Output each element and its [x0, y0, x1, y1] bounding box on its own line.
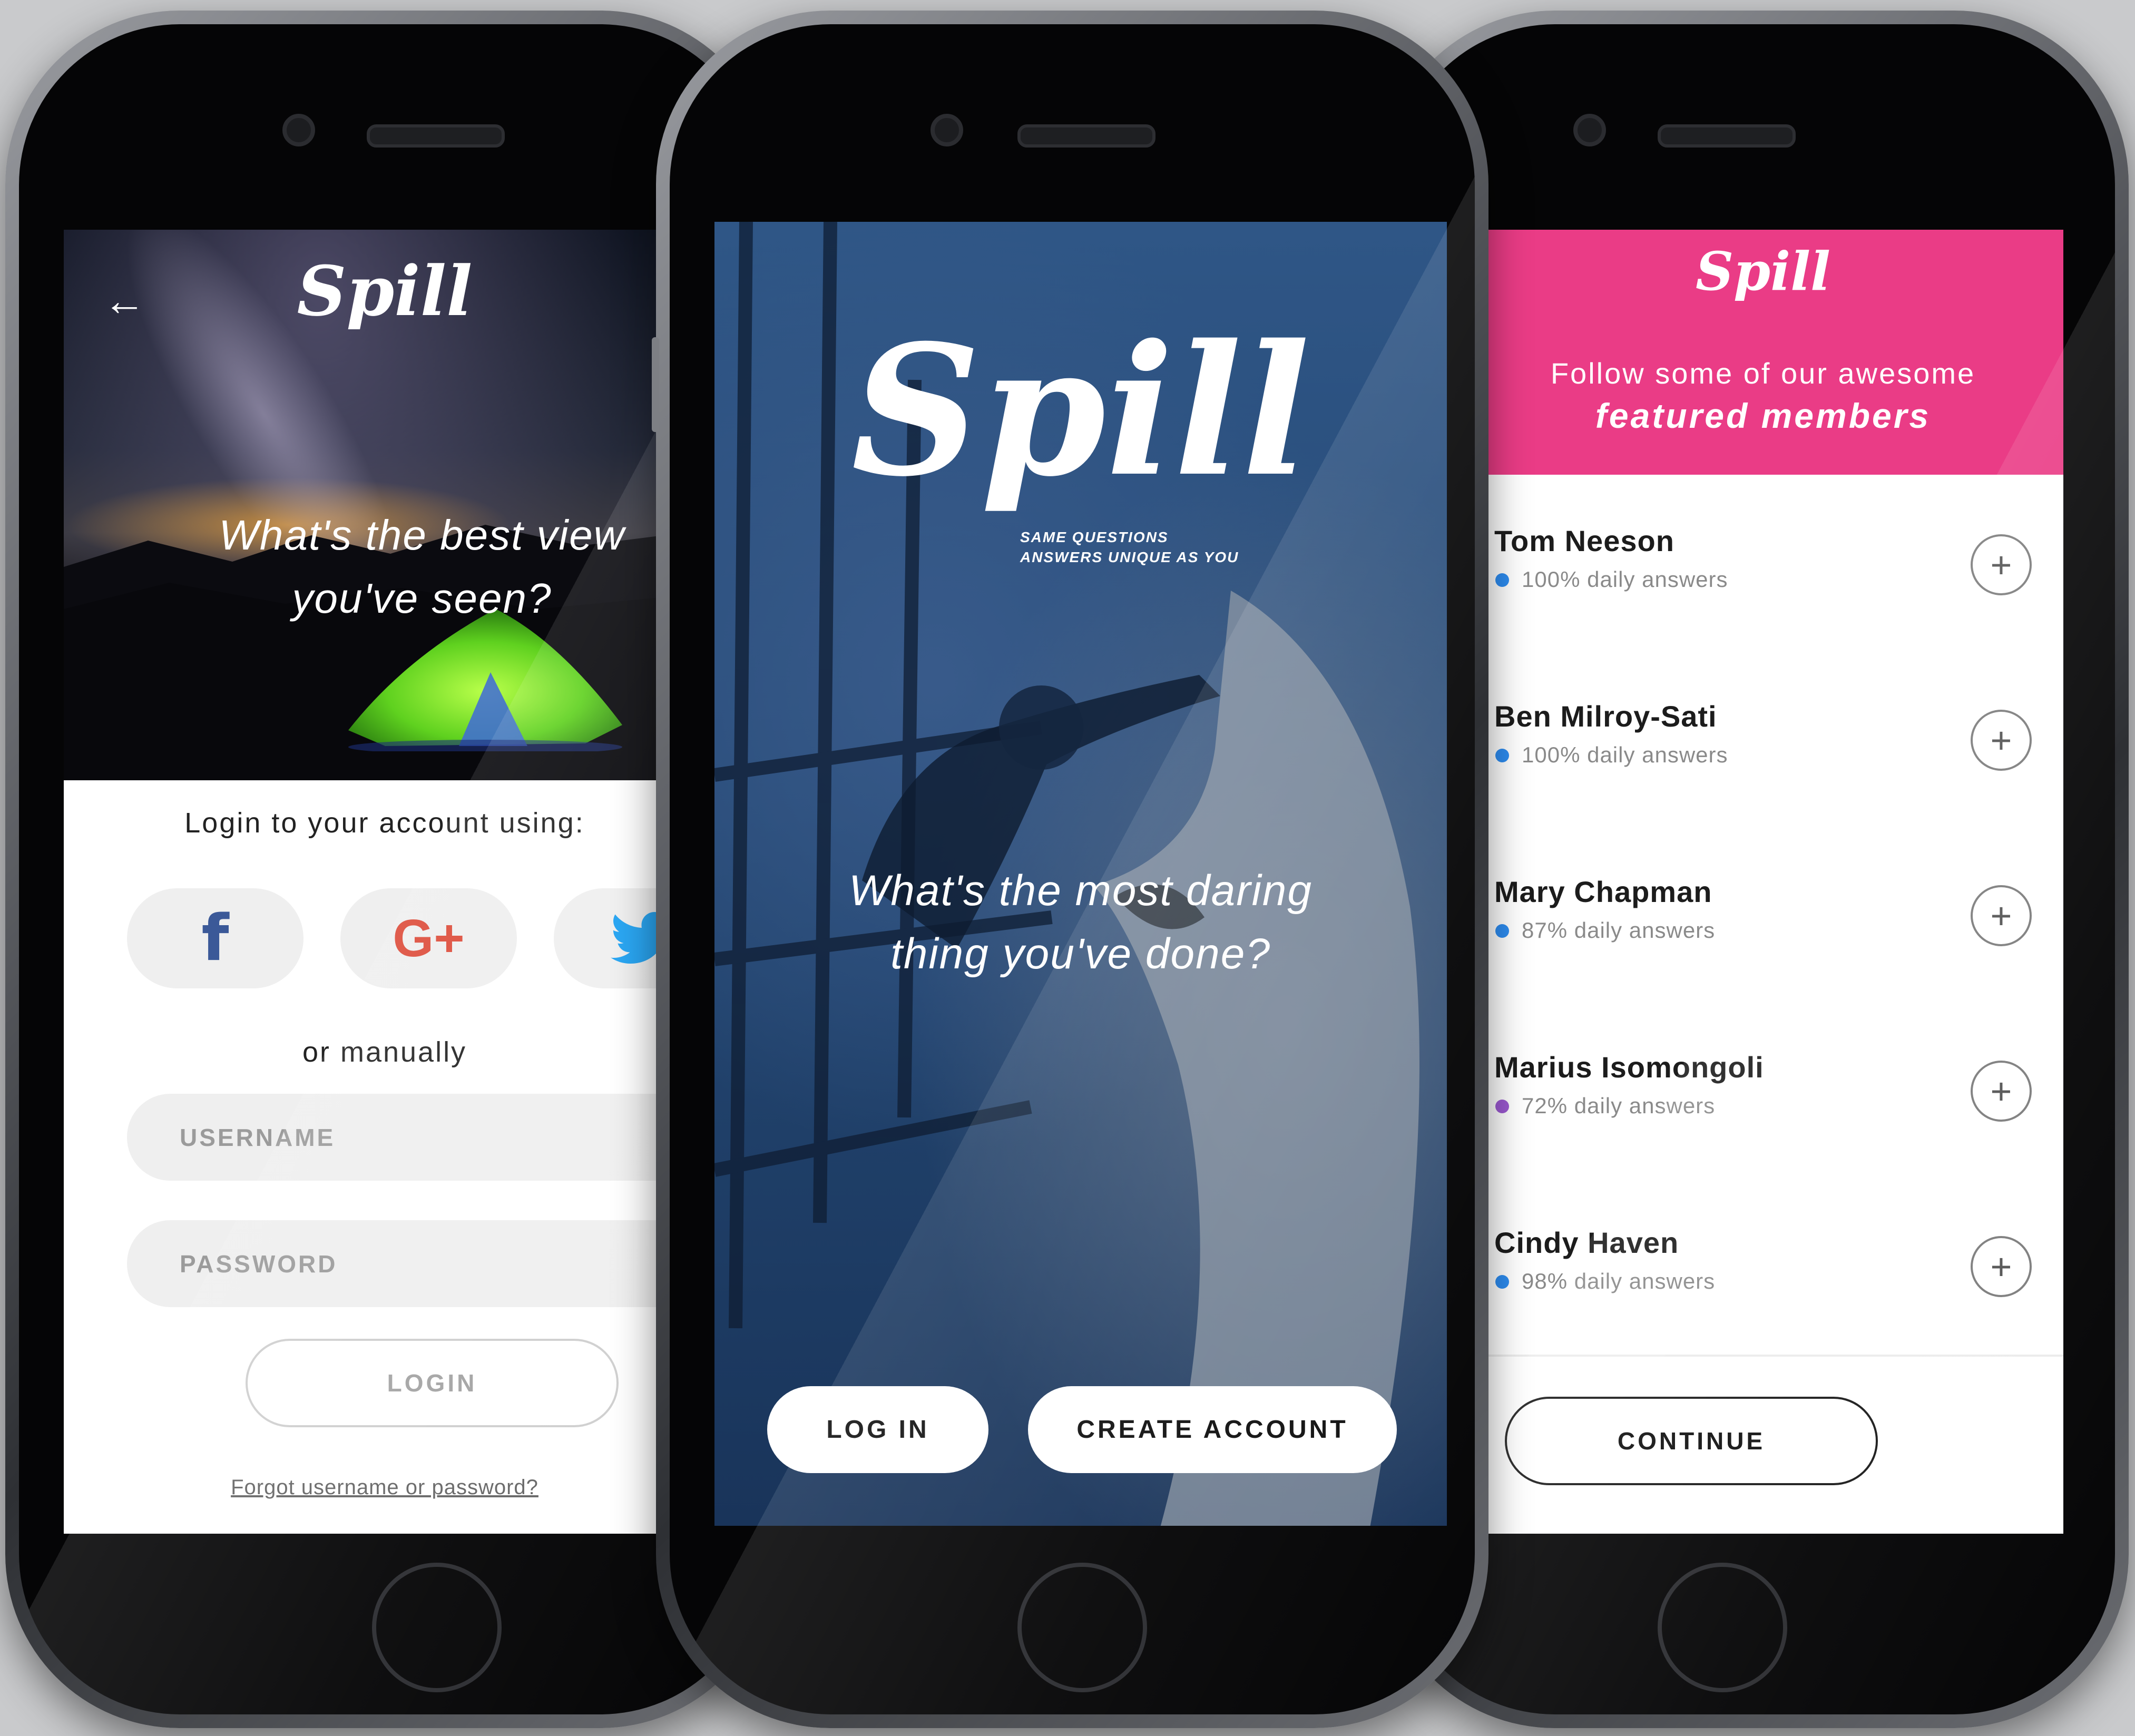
create-account-button[interactable]: CREATE ACCOUNT — [1028, 1386, 1397, 1473]
continue-button[interactable]: CONTINUE — [1505, 1397, 1878, 1485]
member-name: Marius Isomongoli — [1494, 1051, 1764, 1084]
question-text: What's the most daring thing you've done… — [714, 859, 1447, 986]
tagline-line-2: ANSWERS UNIQUE AS YOU — [1020, 549, 1239, 565]
status-dot — [1495, 924, 1509, 938]
or-manually-text: or manually — [302, 1036, 467, 1068]
google-plus-login-button[interactable]: G+ — [340, 888, 517, 988]
member-name: Cindy Haven — [1494, 1226, 1679, 1259]
member-stat: 100% daily answers — [1522, 742, 1728, 767]
follow-button[interactable]: + — [1971, 1061, 2032, 1122]
header-line-2: featured members — [1595, 396, 1931, 435]
plus-icon: + — [1990, 895, 2012, 936]
password-placeholder: PASSWORD — [180, 1250, 338, 1278]
earpiece-speaker — [1017, 124, 1155, 148]
tagline-line-1: SAME QUESTIONS — [1020, 529, 1169, 545]
status-dot — [1495, 749, 1509, 762]
follow-button[interactable]: + — [1971, 710, 2032, 771]
app-logo: Spill — [297, 251, 473, 331]
plus-icon: + — [1990, 1246, 2012, 1287]
phone-splash: Spill SAME QUESTIONS ANSWERS UNIQUE AS Y… — [652, 11, 1488, 1728]
follow-button[interactable]: + — [1971, 1236, 2032, 1297]
member-row: Ben Milroy-Sati 100% daily answers + — [1463, 653, 2063, 830]
username-placeholder: USERNAME — [180, 1123, 336, 1151]
header-line-1: Follow some of our awesome — [1550, 357, 1976, 390]
phone-login-body: ← Spill What's the best view you've seen… — [19, 24, 761, 1714]
question-line-1: What's the best view — [219, 512, 625, 558]
shark-silhouette — [1094, 591, 1419, 1526]
featured-header: Spill Follow some of our awesome feature… — [1463, 230, 2063, 475]
member-name: Tom Neeson — [1494, 524, 1674, 557]
member-stat: 98% daily answers — [1522, 1269, 1716, 1293]
member-row: Cindy Haven 98% daily answers + — [1463, 1179, 2063, 1357]
member-stat: 87% daily answers — [1522, 918, 1716, 943]
plus-icon: + — [1990, 1071, 2012, 1112]
password-field[interactable]: PASSWORD — [127, 1220, 706, 1307]
home-button[interactable] — [1658, 1563, 1787, 1692]
status-dot — [1495, 1275, 1509, 1289]
login-screen: ← Spill What's the best view you've seen… — [64, 230, 706, 1534]
app-logo: Spill — [851, 306, 1310, 516]
earpiece-speaker — [1658, 124, 1796, 148]
login-button[interactable]: LOGIN — [246, 1339, 619, 1427]
home-button[interactable] — [1017, 1563, 1147, 1692]
phone-featured: Spill Follow some of our awesome feature… — [1380, 11, 2129, 1728]
hero-image: ← Spill What's the best view you've seen… — [64, 230, 706, 780]
member-name: Mary Chapman — [1494, 875, 1712, 908]
home-button[interactable] — [372, 1563, 502, 1692]
splash-screen: Spill SAME QUESTIONS ANSWERS UNIQUE AS Y… — [714, 222, 1447, 1526]
app-logo: Spill — [1695, 240, 1831, 302]
member-stat: 72% daily answers — [1522, 1093, 1716, 1118]
plus-icon: + — [1990, 720, 2012, 761]
status-dot — [1495, 1100, 1509, 1113]
google-plus-icon: G+ — [393, 908, 465, 968]
front-camera — [1573, 114, 1606, 146]
front-camera — [931, 114, 963, 146]
question-text: What's the best view you've seen? — [159, 504, 685, 630]
featured-screen: Spill Follow some of our awesome feature… — [1463, 230, 2063, 1534]
member-stat: 100% daily answers — [1522, 567, 1728, 592]
question-line-2: you've seen? — [292, 575, 552, 622]
member-row: Mary Chapman 87% daily answers + — [1463, 828, 2063, 1006]
status-dot — [1495, 573, 1509, 587]
question-line-1: What's the most daring — [848, 867, 1313, 915]
follow-button[interactable]: + — [1971, 534, 2032, 595]
facebook-login-button[interactable]: f — [127, 888, 303, 988]
phone-featured-body: Spill Follow some of our awesome feature… — [1394, 24, 2115, 1714]
follow-button[interactable]: + — [1971, 885, 2032, 946]
member-name: Ben Milroy-Sati — [1494, 700, 1717, 733]
forgot-password-link[interactable]: Forgot username or password? — [64, 1476, 706, 1499]
plus-icon: + — [1990, 544, 2012, 585]
login-prompt: Login to your account using: — [184, 807, 585, 839]
side-button — [652, 337, 659, 432]
username-field[interactable]: USERNAME — [127, 1094, 706, 1181]
log-in-button[interactable]: LOG IN — [767, 1386, 988, 1473]
member-row: Tom Neeson 100% daily answers + — [1463, 477, 2063, 655]
tagline: SAME QUESTIONS ANSWERS UNIQUE AS YOU — [1020, 527, 1239, 567]
front-camera — [282, 114, 315, 146]
member-row: Marius Isomongoli 72% daily answers + — [1463, 1004, 2063, 1181]
earpiece-speaker — [367, 124, 505, 148]
phone-splash-body: Spill SAME QUESTIONS ANSWERS UNIQUE AS Y… — [670, 24, 1475, 1714]
facebook-icon: f — [201, 901, 229, 975]
question-line-2: thing you've done? — [890, 930, 1271, 978]
